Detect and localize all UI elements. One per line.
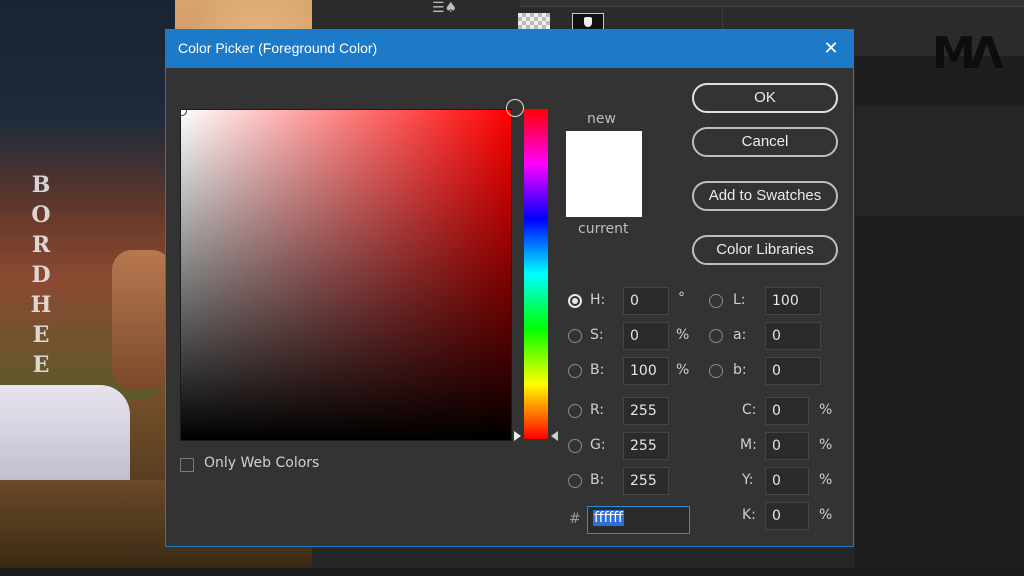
stamp-tool-icon[interactable]: ☰♠ [432,0,458,18]
blue-input[interactable]: 255 [623,467,669,495]
red-radio[interactable] [568,404,582,418]
cyan-input[interactable]: 0 [765,397,809,425]
color-field-marker[interactable] [177,106,187,116]
current-color-swatch[interactable] [566,174,642,217]
lab-a-radio[interactable] [709,329,723,343]
color-picker-dialog: Color Picker (Foreground Color) ✕ new cu… [165,29,854,547]
saturation-unit: % [676,327,690,343]
color-libraries-button[interactable]: Color Libraries [692,235,838,265]
jacket-print-text: BORDHEE [30,172,52,378]
only-web-colors-checkbox[interactable] [180,458,194,472]
lab-a-label: a: [733,327,747,343]
black-unit: % [819,507,833,523]
lab-b-input[interactable]: 0 [765,357,821,385]
hue-knob[interactable] [506,99,524,117]
photo-arm [112,250,172,390]
saturation-label: S: [590,327,604,343]
lab-a-input[interactable]: 0 [765,322,821,350]
close-button[interactable]: ✕ [819,37,843,61]
hue-arrow-left-icon[interactable] [514,431,521,441]
hue-radio[interactable] [568,294,582,308]
brightness-unit: % [676,362,690,378]
lab-b-label: b: [733,362,747,378]
lab-l-radio[interactable] [709,294,723,308]
saturation-radio[interactable] [568,329,582,343]
cyan-unit: % [819,402,833,418]
yellow-label: Y: [742,472,754,488]
magenta-unit: % [819,437,833,453]
ok-button[interactable]: OK [692,83,838,113]
red-label: R: [590,402,605,418]
lab-b-radio[interactable] [709,364,723,378]
black-label: K: [742,507,756,523]
right-panel [855,56,1024,568]
new-color-label: new [587,111,616,127]
hue-spectrum[interactable] [524,109,548,439]
hue-arrow-right-icon[interactable] [551,431,558,441]
layer-row-top [520,0,1024,7]
hex-label: # [569,511,581,527]
only-web-colors-label[interactable]: Only Web Colors [204,455,319,471]
brightness-radio[interactable] [568,364,582,378]
black-input[interactable]: 0 [765,502,809,530]
cancel-button[interactable]: Cancel [692,127,838,157]
new-color-swatch [566,131,642,174]
current-color-label: current [578,221,629,237]
channel-logo-icon: MΛ [932,28,1004,79]
blue-radio[interactable] [568,474,582,488]
color-field[interactable] [177,106,512,441]
hue-input[interactable]: 0 [623,287,669,315]
brightness-label: B: [590,362,605,378]
saturation-input[interactable]: 0 [623,322,669,350]
yellow-unit: % [819,472,833,488]
add-to-swatches-button[interactable]: Add to Swatches [692,181,838,211]
hex-input[interactable]: ffffff [587,506,690,534]
green-label: G: [590,437,606,453]
saturation-brightness-field[interactable] [181,110,511,440]
hue-slider[interactable] [506,99,558,441]
status-strip [0,568,1024,576]
dialog-titlebar[interactable]: Color Picker (Foreground Color) ✕ [166,30,853,68]
yellow-input[interactable]: 0 [765,467,809,495]
hue-unit: ° [678,290,685,306]
lab-l-input[interactable]: 100 [765,287,821,315]
lab-l-label: L: [733,292,746,308]
magenta-label: M: [740,437,757,453]
brightness-input[interactable]: 100 [623,357,669,385]
cyan-label: C: [742,402,757,418]
magenta-input[interactable]: 0 [765,432,809,460]
dialog-title: Color Picker (Foreground Color) [178,40,378,56]
red-input[interactable]: 255 [623,397,669,425]
hue-label: H: [590,292,606,308]
blue-label: B: [590,472,605,488]
green-input[interactable]: 255 [623,432,669,460]
green-radio[interactable] [568,439,582,453]
hex-value-selected[interactable]: ffffff [593,510,624,526]
